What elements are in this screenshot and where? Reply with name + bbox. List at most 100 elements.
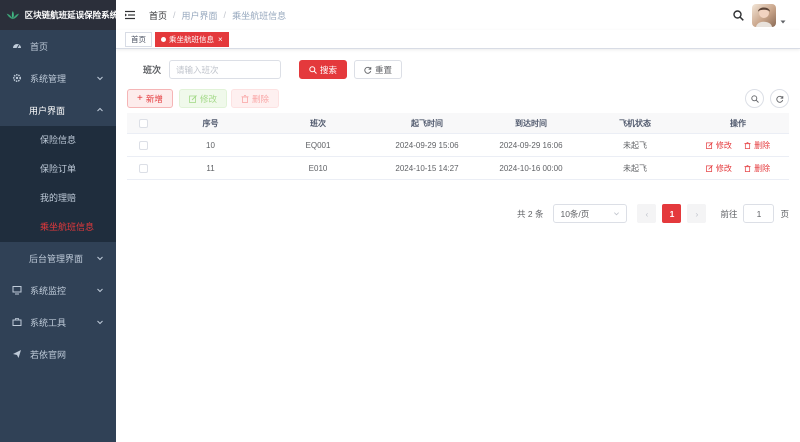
active-dot-icon bbox=[161, 36, 166, 42]
sidebar-item-system-tools[interactable]: 系统工具 bbox=[0, 306, 116, 338]
row-select-cell bbox=[127, 163, 160, 173]
table-row: 10 EQ001 2024-09-29 15:06 2024-09-29 16:… bbox=[127, 134, 789, 157]
tag-home[interactable]: 首页 bbox=[125, 31, 152, 47]
breadcrumb-separator: / bbox=[173, 10, 176, 20]
trash-icon bbox=[241, 94, 249, 103]
total-count: 共 2 条 bbox=[517, 208, 544, 219]
page-size-value: 10条/页 bbox=[560, 208, 590, 219]
row-delete-link[interactable]: 删除 bbox=[744, 140, 770, 151]
avatar[interactable] bbox=[752, 4, 776, 27]
goto-page-input[interactable]: 1 bbox=[743, 204, 775, 223]
row-delete-label: 删除 bbox=[754, 140, 771, 150]
sidebar-item-label: 后台管理界面 bbox=[29, 253, 84, 264]
monitor-icon bbox=[12, 285, 22, 295]
row-edit-link[interactable]: 修改 bbox=[705, 140, 732, 151]
search-button-label: 搜索 bbox=[320, 64, 338, 75]
refresh-icon bbox=[364, 66, 372, 74]
sub-menu-user-interface: 保险信息 保险订单 我的理赔 乘坐航班信息 bbox=[0, 126, 116, 242]
row-checkbox[interactable] bbox=[139, 140, 148, 150]
sidebar-item-insurance-info[interactable]: 保险信息 bbox=[0, 126, 116, 155]
sidebar-item-home[interactable]: 首页 bbox=[0, 30, 116, 62]
caret-down-icon[interactable] bbox=[780, 19, 786, 25]
sidebar-item-my-claims[interactable]: 我的理赔 bbox=[0, 184, 116, 213]
search-button[interactable]: 搜索 bbox=[299, 60, 348, 79]
flight-no-input[interactable]: 请输入班次 bbox=[169, 60, 282, 79]
reset-button-label: 重置 bbox=[375, 64, 393, 75]
chevron-down-icon bbox=[97, 288, 103, 293]
cell-status: 未起飞 bbox=[623, 163, 647, 173]
row-edit-link[interactable]: 修改 bbox=[705, 163, 732, 174]
edit-icon bbox=[705, 164, 713, 172]
cell-departure: 2024-10-15 14:27 bbox=[395, 163, 459, 173]
sidebar-item-ruoyi-site[interactable]: 若依官网 bbox=[0, 338, 116, 370]
add-button[interactable]: + 新增 bbox=[127, 89, 173, 108]
header-flight-no: 班次 bbox=[310, 118, 326, 128]
flight-table: 序号 班次 起飞时间 到达时间 飞机状态 操作 10 EQ001 2024-09… bbox=[127, 113, 789, 180]
edit-icon bbox=[705, 141, 713, 149]
sidebar-item-system-management[interactable]: 系统管理 bbox=[0, 62, 116, 94]
navbar: 首页 / 用户界面 / 乘坐航班信息 bbox=[116, 0, 800, 30]
next-page-button[interactable]: › bbox=[687, 204, 707, 223]
delete-button-label: 删除 bbox=[252, 93, 270, 104]
reset-button[interactable]: 重置 bbox=[354, 60, 403, 79]
sidebar-item-label: 若依官网 bbox=[30, 349, 67, 360]
tag-flight-info[interactable]: 乘坐航班信息 × bbox=[155, 31, 229, 47]
pagination: 共 2 条 10条/页 ‹ 1 › 前往 1 页 bbox=[517, 204, 789, 223]
refresh-button[interactable] bbox=[770, 89, 789, 108]
hamburger-icon[interactable] bbox=[125, 10, 135, 20]
close-icon[interactable]: × bbox=[218, 33, 223, 46]
navbar-right bbox=[733, 4, 786, 27]
search-icon[interactable] bbox=[733, 10, 744, 21]
sidebar-item-backend-management[interactable]: 后台管理界面 bbox=[0, 242, 116, 274]
flight-no-label: 班次 bbox=[143, 65, 162, 75]
cell-arrival: 2024-09-29 16:06 bbox=[499, 140, 563, 150]
sidebar-item-label: 系统工具 bbox=[30, 317, 67, 328]
edit-icon bbox=[189, 94, 197, 103]
cell-flight-no: EQ001 bbox=[305, 140, 331, 150]
cell-actions: 修改 删除 bbox=[687, 163, 789, 174]
select-all-cell bbox=[127, 118, 160, 128]
dashboard-icon bbox=[12, 41, 22, 51]
row-checkbox[interactable] bbox=[139, 163, 148, 173]
search-icon bbox=[309, 65, 317, 74]
delete-button[interactable]: 删除 bbox=[231, 89, 280, 108]
table-row: 11 E010 2024-10-15 14:27 2024-10-16 00:0… bbox=[127, 157, 789, 180]
chevron-down-icon bbox=[97, 320, 103, 325]
header-actions: 操作 bbox=[730, 118, 746, 128]
plus-icon: + bbox=[137, 93, 143, 104]
breadcrumb: 首页 / 用户界面 / 乘坐航班信息 bbox=[149, 9, 286, 22]
sidebar-item-user-interface[interactable]: 用户界面 bbox=[0, 94, 116, 126]
row-edit-label: 修改 bbox=[715, 163, 732, 173]
table-toolbar: + 新增 修改 删除 bbox=[127, 89, 789, 109]
row-delete-link[interactable]: 删除 bbox=[744, 163, 770, 174]
header-departure: 起飞时间 bbox=[411, 118, 443, 128]
select-all-checkbox[interactable] bbox=[139, 118, 148, 128]
header-arrival: 到达时间 bbox=[515, 118, 547, 128]
breadcrumb-home[interactable]: 首页 bbox=[149, 9, 167, 22]
cell-flight-no: E010 bbox=[308, 163, 328, 173]
add-button-label: 新增 bbox=[145, 93, 163, 104]
breadcrumb-current: 乘坐航班信息 bbox=[232, 10, 287, 21]
logo[interactable]: 区块链航班延误保险系统 bbox=[0, 0, 116, 30]
cell-departure: 2024-09-29 15:06 bbox=[395, 140, 459, 150]
search-form: 班次 请输入班次 搜索 重置 bbox=[143, 60, 403, 79]
sidebar-item-system-monitor[interactable]: 系统监控 bbox=[0, 274, 116, 306]
sidebar-item-insurance-orders[interactable]: 保险订单 bbox=[0, 155, 116, 184]
edit-button[interactable]: 修改 bbox=[179, 89, 228, 108]
cell-status: 未起飞 bbox=[623, 140, 647, 150]
tag-label: 首页 bbox=[131, 34, 146, 44]
tag-label: 乘坐航班信息 bbox=[169, 34, 214, 44]
toolbox-icon bbox=[12, 317, 22, 327]
row-select-cell bbox=[127, 140, 160, 150]
toggle-search-button[interactable] bbox=[745, 89, 764, 108]
chevron-down-icon bbox=[97, 256, 103, 261]
cell-index: 10 bbox=[206, 140, 215, 150]
sidebar-item-flight-info[interactable]: 乘坐航班信息 bbox=[0, 213, 116, 242]
sidebar-item-label: 系统管理 bbox=[30, 73, 67, 84]
prev-page-button[interactable]: ‹ bbox=[637, 204, 657, 223]
cell-actions: 修改 删除 bbox=[687, 140, 789, 151]
header-status: 飞机状态 bbox=[619, 118, 651, 128]
breadcrumb-user-interface: 用户界面 bbox=[181, 10, 218, 21]
page-number-current[interactable]: 1 bbox=[662, 204, 682, 223]
page-size-select[interactable]: 10条/页 bbox=[553, 204, 628, 223]
